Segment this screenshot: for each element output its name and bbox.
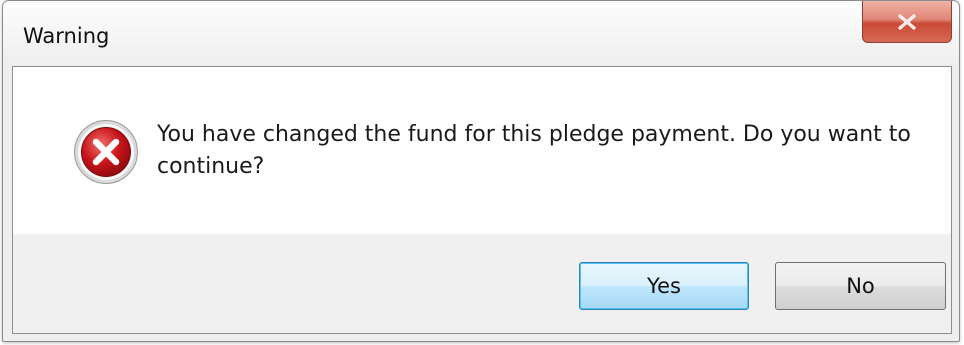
no-button[interactable]: No [775,262,946,310]
title-bar[interactable]: Warning [3,1,959,63]
error-icon [74,120,138,184]
message-area: You have changed the fund for this pledg… [13,67,951,234]
dialog-body: You have changed the fund for this pledg… [12,66,952,334]
dialog-message: You have changed the fund for this pledg… [157,122,911,179]
yes-button[interactable]: Yes [579,262,749,310]
warning-dialog: Warning You have changed the fund for th… [2,0,960,342]
dialog-title: Warning [23,24,110,48]
close-icon [898,13,916,30]
close-button[interactable] [862,1,952,43]
